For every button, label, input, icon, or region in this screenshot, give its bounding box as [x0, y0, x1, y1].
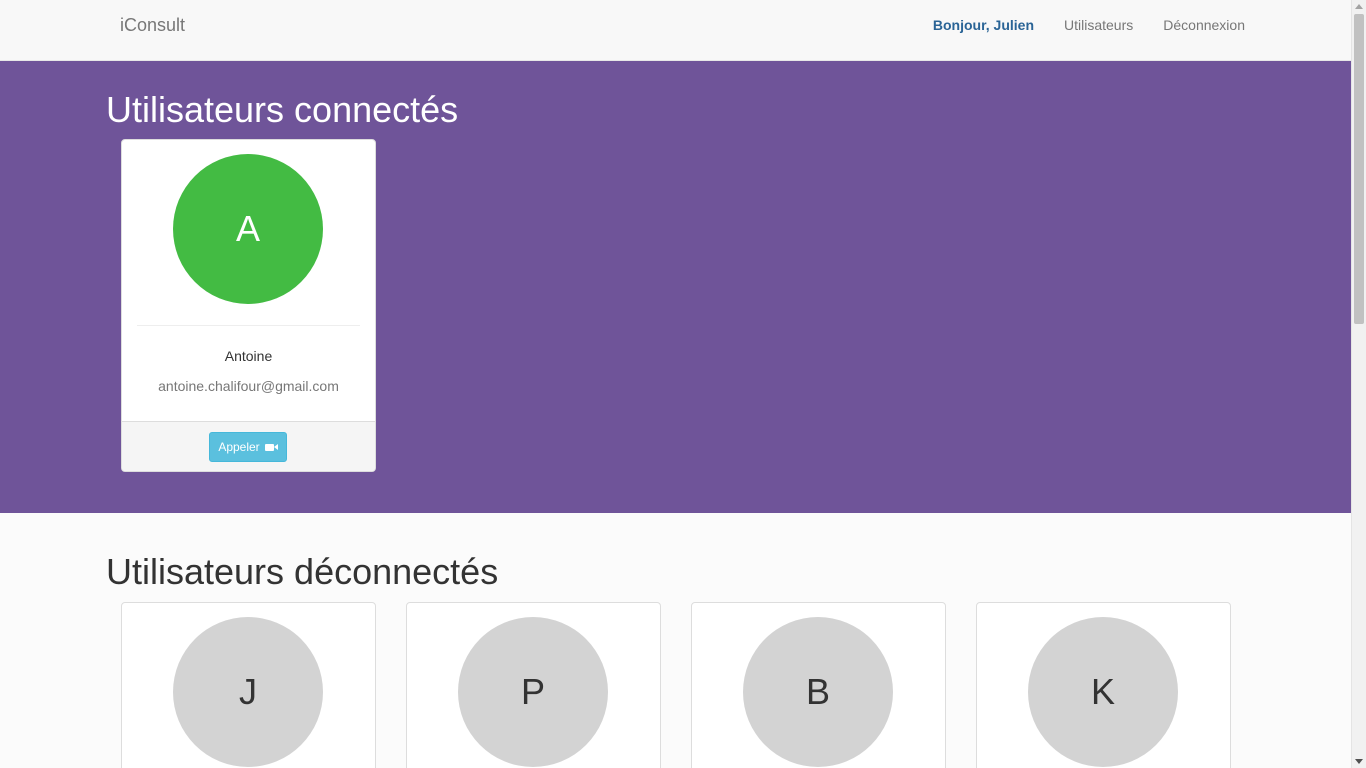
online-section-title: Utilisateurs connectés: [106, 89, 459, 130]
video-camera-icon: [264, 443, 278, 451]
user-card-offline: B: [691, 602, 946, 768]
nav-links: Bonjour, Julien Utilisateurs Déconnexion: [933, 17, 1245, 33]
call-button[interactable]: Appeler: [209, 432, 287, 462]
online-users-section: Utilisateurs connectés A Antoine antoine…: [0, 61, 1351, 513]
user-name: Antoine: [224, 348, 273, 364]
navbar: iConsult Bonjour, Julien Utilisateurs Dé…: [0, 0, 1351, 61]
users-link[interactable]: Utilisateurs: [1064, 17, 1133, 33]
avatar-initial: K: [1090, 671, 1115, 712]
vertical-scrollbar[interactable]: [1351, 0, 1366, 768]
brand-link[interactable]: iConsult: [120, 15, 185, 35]
card-footer: Appeler: [122, 421, 375, 471]
greeting-link[interactable]: Bonjour, Julien: [933, 17, 1034, 33]
card-divider: [137, 325, 360, 326]
avatar-initial: P: [520, 671, 545, 712]
avatar: K: [1028, 617, 1178, 767]
scroll-up-arrow-icon[interactable]: [1355, 4, 1363, 9]
logout-link[interactable]: Déconnexion: [1163, 17, 1245, 33]
page: iConsult Bonjour, Julien Utilisateurs Dé…: [0, 0, 1351, 768]
avatar: J: [173, 617, 323, 767]
user-card-online: A Antoine antoine.chalifour@gmail.com Ap…: [121, 139, 376, 472]
user-card-offline: K: [976, 602, 1231, 768]
user-card-offline: J: [121, 602, 376, 768]
scroll-down-arrow-icon[interactable]: [1355, 759, 1363, 764]
avatar-initial: A: [235, 208, 260, 249]
call-button-label: Appeler: [218, 440, 260, 454]
avatar-initial: B: [805, 671, 830, 712]
offline-section-title: Utilisateurs déconnectés: [106, 551, 499, 592]
user-card-offline: P: [406, 602, 661, 768]
avatar: B: [743, 617, 893, 767]
avatar: A: [173, 154, 323, 304]
avatar: P: [458, 617, 608, 767]
scrollbar-thumb[interactable]: [1354, 14, 1364, 324]
avatar-initial: J: [239, 671, 257, 712]
user-email: antoine.chalifour@gmail.com: [158, 378, 339, 394]
